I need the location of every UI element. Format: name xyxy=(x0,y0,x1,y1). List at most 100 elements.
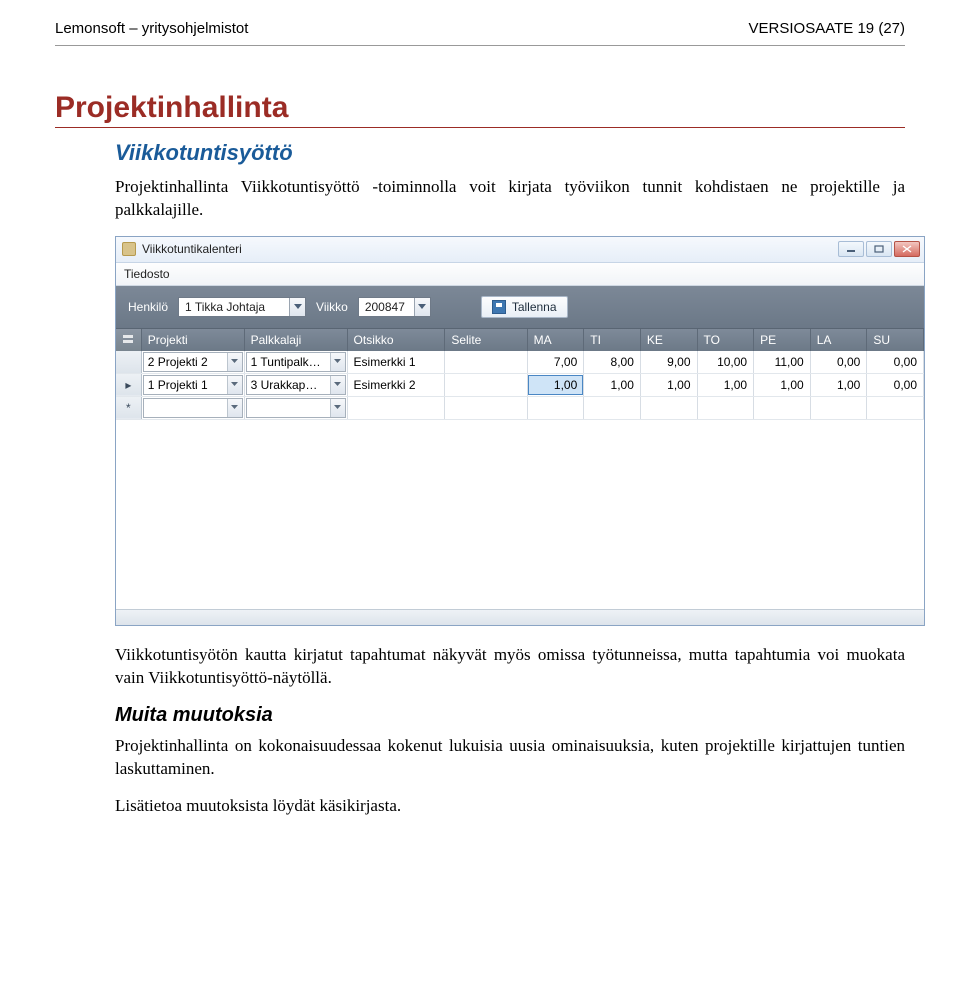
selector-icon xyxy=(122,334,134,344)
maximize-icon xyxy=(874,245,884,253)
subsection-title: Muita muutoksia xyxy=(115,704,905,727)
cell-to[interactable]: 10,00 xyxy=(697,351,754,374)
toolbar: Henkilö 1 Tikka Johtaja Viikko 200847 Ta… xyxy=(116,286,924,329)
week-label: Viikko xyxy=(316,300,348,314)
row-selector-header[interactable] xyxy=(116,329,141,351)
col-palkkalaji[interactable]: Palkkalaji xyxy=(244,329,347,351)
chevron-down-icon xyxy=(289,298,305,316)
col-ma[interactable]: MA xyxy=(527,329,584,351)
statusbar xyxy=(116,609,924,625)
cell-palkkalaji[interactable]: 1 Tuntipalk… xyxy=(244,351,347,374)
cell-ke[interactable] xyxy=(640,396,697,419)
cell-su[interactable]: 0,00 xyxy=(867,373,924,396)
cell-palkkalaji[interactable]: 3 Urakkap… xyxy=(244,373,347,396)
chevron-down-icon xyxy=(330,399,345,417)
minimize-button[interactable] xyxy=(838,241,864,257)
cell-ma[interactable]: 1,00 xyxy=(527,373,584,396)
cell-pe[interactable]: 1,00 xyxy=(754,373,811,396)
divider xyxy=(55,45,905,46)
cell-value: 2 Projekti 2 xyxy=(144,353,227,371)
col-otsikko[interactable]: Otsikko xyxy=(347,329,445,351)
person-label: Henkilö xyxy=(128,300,168,314)
col-pe[interactable]: PE xyxy=(754,329,811,351)
table-row: 2 Projekti 2 1 Tuntipalk… Esimerkki 1 7,… xyxy=(116,351,924,374)
chevron-down-icon xyxy=(330,353,345,371)
person-select[interactable]: 1 Tikka Johtaja xyxy=(178,297,306,317)
col-la[interactable]: LA xyxy=(810,329,867,351)
row-indicator-new[interactable]: * xyxy=(116,396,141,419)
title-underline xyxy=(55,127,905,128)
cell-pe[interactable]: 11,00 xyxy=(754,351,811,374)
menu-file[interactable]: Tiedosto xyxy=(124,267,170,281)
intro-paragraph: Projektinhallinta Viikkotuntisyöttö -toi… xyxy=(115,176,905,222)
chevron-down-icon xyxy=(227,376,242,394)
page-title: Projektinhallinta xyxy=(55,91,905,125)
chevron-down-icon xyxy=(227,353,242,371)
chevron-down-icon xyxy=(330,376,345,394)
save-button[interactable]: Tallenna xyxy=(481,296,568,318)
cell-su[interactable]: 0,00 xyxy=(867,351,924,374)
col-su[interactable]: SU xyxy=(867,329,924,351)
cell-selite[interactable] xyxy=(445,373,527,396)
col-to[interactable]: TO xyxy=(697,329,754,351)
save-button-label: Tallenna xyxy=(512,300,557,314)
app-icon xyxy=(122,242,136,256)
cell-ti[interactable] xyxy=(584,396,641,419)
cell-ti[interactable]: 8,00 xyxy=(584,351,641,374)
grid-header-row: Projekti Palkkalaji Otsikko Selite MA TI… xyxy=(116,329,924,351)
close-icon xyxy=(902,245,912,253)
menubar: Tiedosto xyxy=(116,263,924,286)
cell-ti[interactable]: 1,00 xyxy=(584,373,641,396)
chevron-down-icon xyxy=(227,399,242,417)
data-grid: Projekti Palkkalaji Otsikko Selite MA TI… xyxy=(116,329,924,609)
cell-pe[interactable] xyxy=(754,396,811,419)
cell-la[interactable] xyxy=(810,396,867,419)
cell-ma[interactable]: 7,00 xyxy=(527,351,584,374)
p2: Projektinhallinta on kokonaisuudessaa ko… xyxy=(115,735,905,781)
cell-projekti[interactable] xyxy=(141,396,244,419)
mid-paragraph: Viikkotuntisyötön kautta kirjatut tapaht… xyxy=(115,644,905,690)
minimize-icon xyxy=(846,245,856,253)
section-subtitle: Viikkotuntisyöttö xyxy=(115,140,905,166)
cell-value: 1 Projekti 1 xyxy=(144,376,227,394)
cell-ke[interactable]: 9,00 xyxy=(640,351,697,374)
chevron-down-icon xyxy=(414,298,430,316)
close-button[interactable] xyxy=(894,241,920,257)
cell-otsikko[interactable]: Esimerkki 1 xyxy=(347,351,445,374)
cell-value: 1 Tuntipalk… xyxy=(247,353,330,371)
cell-la[interactable]: 1,00 xyxy=(810,373,867,396)
cell-selite[interactable] xyxy=(445,351,527,374)
p3: Lisätietoa muutoksista löydät käsikirjas… xyxy=(115,795,905,818)
week-select[interactable]: 200847 xyxy=(358,297,431,317)
doc-header-left: Lemonsoft – yritysohjelmistot xyxy=(55,20,248,37)
col-selite[interactable]: Selite xyxy=(445,329,527,351)
cell-la[interactable]: 0,00 xyxy=(810,351,867,374)
table-row-new: * xyxy=(116,396,924,419)
cell-to[interactable]: 1,00 xyxy=(697,373,754,396)
titlebar: Viikkotuntikalenteri xyxy=(116,237,924,263)
cell-su[interactable] xyxy=(867,396,924,419)
col-ti[interactable]: TI xyxy=(584,329,641,351)
cell-ma[interactable] xyxy=(527,396,584,419)
cell-palkkalaji[interactable] xyxy=(244,396,347,419)
cell-value: 3 Urakkap… xyxy=(247,376,330,394)
cell-to[interactable] xyxy=(697,396,754,419)
row-indicator-current[interactable]: ▸ xyxy=(116,373,141,396)
maximize-button[interactable] xyxy=(866,241,892,257)
cell-projekti[interactable]: 2 Projekti 2 xyxy=(141,351,244,374)
cell-projekti[interactable]: 1 Projekti 1 xyxy=(141,373,244,396)
cell-ke[interactable]: 1,00 xyxy=(640,373,697,396)
app-window: Viikkotuntikalenteri Tiedosto Henkilö 1 … xyxy=(115,236,925,626)
cell-selite[interactable] xyxy=(445,396,527,419)
save-icon xyxy=(492,300,506,314)
cell-otsikko[interactable] xyxy=(347,396,445,419)
cell-value xyxy=(247,399,330,417)
person-value: 1 Tikka Johtaja xyxy=(179,300,289,314)
col-projekti[interactable]: Projekti xyxy=(141,329,244,351)
week-value: 200847 xyxy=(359,300,414,314)
row-indicator[interactable] xyxy=(116,351,141,374)
col-ke[interactable]: KE xyxy=(640,329,697,351)
doc-header-right: VERSIOSAATE 19 (27) xyxy=(749,20,905,37)
cell-otsikko[interactable]: Esimerkki 2 xyxy=(347,373,445,396)
window-title: Viikkotuntikalenteri xyxy=(142,242,838,256)
